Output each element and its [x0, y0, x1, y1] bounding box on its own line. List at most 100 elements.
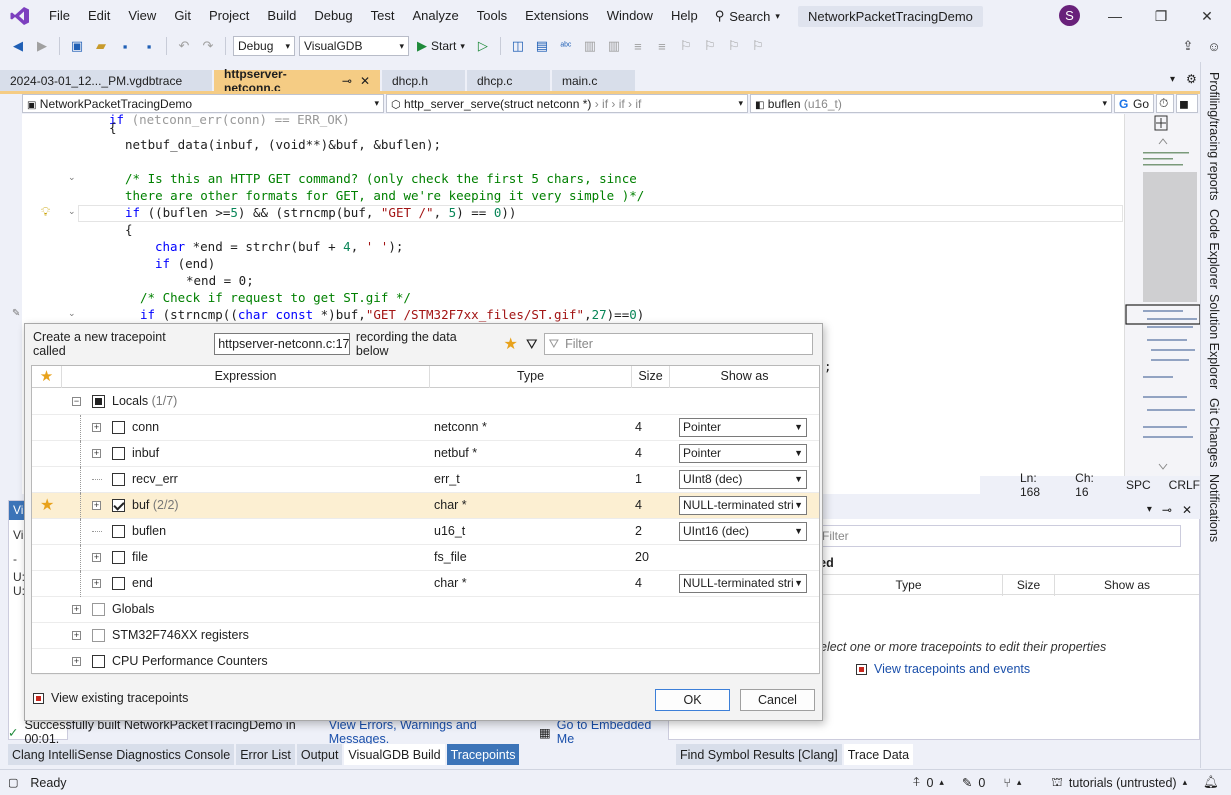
expand-icon[interactable]: + — [72, 657, 81, 666]
show-as-combo[interactable]: UInt8 (dec) ▼ — [679, 470, 807, 489]
doc-tab-main-c[interactable]: main.c — [552, 70, 635, 92]
doc-tab-httpserver[interactable]: httpserver-netconn.c ⊸ ✕ — [214, 67, 380, 95]
platform-combo[interactable]: VisualGDB ▾ — [299, 36, 409, 56]
col-type[interactable]: Type — [430, 366, 632, 388]
record-icon[interactable]: ◼ — [1176, 94, 1198, 113]
star-icon[interactable]: ★ — [40, 493, 54, 519]
include-checkbox[interactable] — [112, 577, 125, 590]
tab-tracepoints[interactable]: Tracepoints — [446, 744, 520, 765]
collapse-icon[interactable]: ⌄ — [68, 206, 76, 217]
configuration-combo[interactable]: Debug ▾ — [233, 36, 295, 56]
code-minimap[interactable] — [1124, 114, 1201, 476]
col-show-as[interactable]: Show as — [1055, 575, 1199, 596]
menu-project[interactable]: Project — [200, 0, 258, 32]
include-checkbox[interactable] — [112, 499, 125, 512]
chevron-down-icon[interactable]: ▾ — [1147, 504, 1152, 515]
doc-tab-trace[interactable]: 2024-03-01_12..._PM.vgdbtrace — [0, 70, 212, 92]
menu-git[interactable]: Git — [165, 0, 200, 32]
show-as-combo[interactable]: Pointer ▼ — [679, 418, 807, 437]
tab-output[interactable]: Output — [296, 744, 343, 765]
lightbulb-icon[interactable]: 💡︎ — [41, 204, 50, 220]
menu-window[interactable]: Window — [598, 0, 662, 32]
outdent-icon[interactable]: ≡ — [652, 36, 672, 56]
maximize-button[interactable]: ❐ — [1138, 0, 1184, 32]
expression-row[interactable]: recv_err err_t 1 UInt8 (dec) ▼ — [32, 467, 819, 493]
collapse-icon[interactable]: ⌄ — [68, 172, 76, 183]
col-expression[interactable]: Expression — [62, 366, 430, 388]
col-size[interactable]: Size — [1003, 575, 1055, 596]
menu-tools[interactable]: Tools — [468, 0, 516, 32]
bookmark-icon[interactable]: ⚐ — [676, 36, 696, 56]
menu-edit[interactable]: Edit — [79, 0, 119, 32]
expression-row[interactable]: + CPU Performance Counters — [32, 649, 819, 675]
expand-icon[interactable]: + — [72, 605, 81, 614]
feedback-icon[interactable]: ☺ — [1204, 36, 1224, 56]
save-all-icon[interactable]: ▪ — [139, 36, 159, 56]
include-checkbox[interactable] — [112, 525, 125, 538]
status-branch[interactable]: ⑂ ▴ — [1003, 776, 1021, 790]
collapse-icon[interactable]: ⌄ — [68, 308, 76, 319]
function-scope-combo[interactable]: ⬡ http_server_serve(struct netconn *) › … — [386, 94, 748, 113]
close-icon[interactable]: ✕ — [1182, 503, 1192, 517]
tab-find-symbol[interactable]: Find Symbol Results [Clang] — [676, 744, 842, 765]
browse-icon[interactable]: ◫ — [508, 36, 528, 56]
tab-visualgdb-build[interactable]: VisualGDB Build — [344, 744, 445, 765]
undo-icon[interactable]: ↶ — [174, 36, 194, 56]
expression-row[interactable]: + end char * 4 NULL-terminated stri ▼ — [32, 571, 819, 597]
comment-icon[interactable]: ▥ — [580, 36, 600, 56]
menu-help[interactable]: Help — [662, 0, 707, 32]
pin-icon[interactable]: ⊸ — [1162, 503, 1172, 517]
cancel-button[interactable]: Cancel — [740, 689, 815, 711]
spell-check-icon[interactable]: ᵃᵇᶜ — [556, 36, 576, 56]
line-ending[interactable]: CRLF — [1169, 478, 1200, 492]
tab-clang-console[interactable]: Clang IntelliSense Diagnostics Console — [8, 744, 235, 765]
menu-build[interactable]: Build — [258, 0, 305, 32]
menu-debug[interactable]: Debug — [305, 0, 361, 32]
menu-extensions[interactable]: Extensions — [516, 0, 598, 32]
pin-icon[interactable]: ⊸ — [342, 74, 352, 88]
doc-tab-dhcp-c[interactable]: dhcp.c — [467, 70, 550, 92]
side-tab-git-changes[interactable]: Git Changes — [1207, 398, 1221, 467]
side-tab-code-explorer[interactable]: Code Explorer — [1207, 209, 1221, 289]
include-checkbox[interactable] — [112, 551, 125, 564]
start-button[interactable]: ▶ Start ▾ — [413, 38, 469, 54]
collapse-icon[interactable]: − — [72, 397, 81, 406]
search-menu[interactable]: ⚲ Search ▾ — [715, 8, 780, 24]
expression-row[interactable]: buflen u16_t 2 UInt16 (dec) ▼ — [32, 519, 819, 545]
status-repo[interactable]: ⛫ tutorials (untrusted) ▴ — [1051, 775, 1187, 791]
whitespace-mode[interactable]: SPC — [1126, 478, 1151, 492]
filter-icon[interactable]: ⛛ — [526, 336, 538, 353]
expression-row[interactable]: + inbuf netbuf * 4 Pointer ▼ — [32, 441, 819, 467]
menu-file[interactable]: File — [40, 0, 79, 32]
back-icon[interactable]: ◀ — [8, 36, 28, 56]
close-window-button[interactable]: ✕ — [1184, 0, 1230, 32]
close-icon[interactable]: ✕ — [360, 74, 370, 88]
clear-bookmarks-icon[interactable]: ⚐ — [748, 36, 768, 56]
expand-icon[interactable]: + — [92, 579, 101, 588]
expression-row[interactable]: + conn netconn * 4 Pointer ▼ — [32, 415, 819, 441]
save-icon[interactable]: ▪ — [115, 36, 135, 56]
tab-trace-data[interactable]: Trace Data — [843, 744, 914, 765]
embedded-memory-link[interactable]: Go to Embedded Me — [557, 718, 668, 746]
expand-icon[interactable]: + — [72, 631, 81, 640]
tab-overflow-icon[interactable]: ▾ — [1170, 74, 1175, 85]
expression-row[interactable]: − Locals (1/7) — [32, 389, 819, 415]
redo-icon[interactable]: ↷ — [198, 36, 218, 56]
side-tab-solution-explorer[interactable]: Solution Explorer — [1207, 294, 1221, 389]
status-edits[interactable]: ✎ 0 — [962, 775, 985, 791]
view-existing-tracepoints[interactable]: View existing tracepoints — [33, 691, 188, 705]
ok-button[interactable]: OK — [655, 689, 730, 711]
tracepoints-filter-input[interactable]: Filter — [815, 525, 1181, 547]
show-as-combo[interactable]: UInt16 (dec) ▼ — [679, 522, 807, 541]
col-type[interactable]: Type — [815, 575, 1003, 596]
doc-tab-dhcp-h[interactable]: dhcp.h — [382, 70, 465, 92]
bell-icon[interactable]: 🔔︎ — [1203, 775, 1219, 790]
col-show-as[interactable]: Show as — [670, 366, 819, 388]
include-checkbox[interactable] — [112, 421, 125, 434]
tracepoint-name-input[interactable]: httpserver-netconn.c:174 — [214, 333, 350, 355]
show-as-combo[interactable]: NULL-terminated stri ▼ — [679, 574, 807, 593]
include-checkbox[interactable] — [92, 629, 105, 642]
side-tab-notifications[interactable]: Notifications — [1207, 474, 1221, 542]
show-as-combo[interactable]: Pointer ▼ — [679, 444, 807, 463]
expand-icon[interactable]: + — [92, 449, 101, 458]
